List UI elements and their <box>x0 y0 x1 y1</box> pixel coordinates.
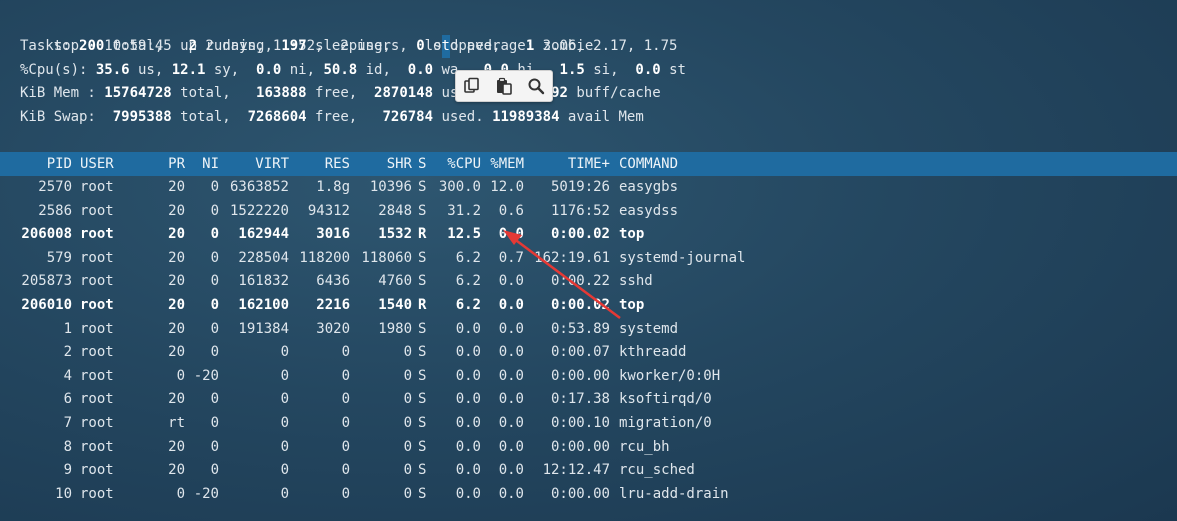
annotation-arrow-icon <box>503 230 621 320</box>
terminal-window[interactable]: top - 10:59:45 up 2 days, 11:52, 2 users… <box>0 0 1177 521</box>
